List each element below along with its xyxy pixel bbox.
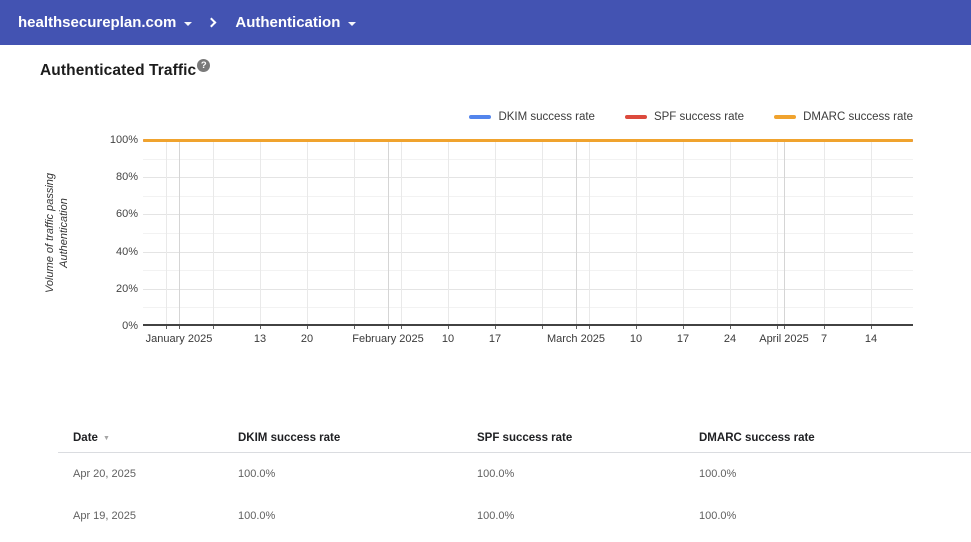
y-tick-label: 100%	[109, 134, 138, 146]
x-tick-label: March 2025	[546, 333, 606, 345]
page-title-row: Authenticated Traffic ?	[40, 59, 211, 80]
x-tick-mark	[307, 326, 308, 329]
legend-swatch-icon	[469, 115, 492, 119]
legend-item-dkim: DKIM success rate	[469, 111, 595, 123]
column-header-label: Date	[73, 432, 98, 444]
x-tick-label: January 2025	[145, 333, 213, 345]
date-cell: Apr 20, 2025	[73, 468, 136, 480]
x-tick-label: February 2025	[352, 333, 424, 345]
y-tick-label: 0%	[122, 320, 138, 332]
y-tick-label: 60%	[115, 208, 138, 221]
traffic-table: Date ▼ DKIM success rate SPF success rate DM…	[58, 424, 971, 537]
caret-down-icon	[184, 22, 193, 26]
column-header-date[interactable]: Date ▼	[58, 432, 238, 444]
x-tick-mark	[636, 326, 637, 329]
chart-plot-area[interactable]	[143, 140, 913, 326]
x-tick-label: 7	[820, 333, 828, 345]
column-header-dmarc-success-rate: DMARC success rate	[699, 432, 971, 444]
x-tick-mark	[589, 326, 590, 329]
x-tick-label: 10	[629, 333, 643, 345]
top-nav-bar: healthsecureplan.com Authentication	[0, 0, 971, 45]
legend-label: SPF success rate	[653, 111, 745, 123]
column-header-spf-success-rate: SPF success rate	[477, 432, 699, 444]
rate-cell: 100.0%	[477, 510, 515, 522]
column-header-dkim-success-rate: DKIM success rate	[238, 432, 477, 444]
legend-item-spf: SPF success rate	[624, 111, 745, 123]
domain-selector-dropdown[interactable]: healthsecureplan.com	[10, 0, 200, 45]
y-tick-label: 80%	[115, 171, 138, 184]
caret-down-icon	[348, 22, 357, 26]
chart-legend: DKIM success rate SPF success rate DMARC s…	[439, 111, 913, 123]
legend-swatch-icon	[774, 115, 797, 119]
x-tick-mark	[260, 326, 261, 329]
x-tick-mark	[213, 326, 214, 329]
column-header-label: SPF success rate	[477, 432, 573, 444]
domain-label: healthsecureplan.com	[18, 14, 177, 31]
x-tick-mark	[401, 326, 402, 329]
x-tick-label: 20	[300, 333, 314, 345]
authenticated-traffic-chart: DKIM success rate SPF success rate DMARC s…	[0, 95, 971, 357]
rate-cell: 100.0%	[238, 468, 276, 480]
help-icon[interactable]: ?	[197, 59, 211, 72]
rate-cell: 100.0%	[238, 510, 276, 522]
x-tick-label: 17	[676, 333, 690, 345]
postmaster-dashboard: healthsecureplan.com Authentication Auth…	[0, 0, 971, 542]
x-tick-label: April 2025	[759, 333, 809, 345]
x-tick-mark	[542, 326, 543, 329]
legend-swatch-icon	[624, 115, 647, 119]
x-tick-mark	[824, 326, 825, 329]
section-selector-dropdown[interactable]: Authentication	[227, 0, 364, 45]
column-header-label: DMARC success rate	[699, 432, 815, 444]
x-tick-label: 13	[253, 333, 267, 345]
x-tick-mark	[388, 326, 389, 329]
x-tick-mark	[448, 326, 449, 329]
x-tick-mark	[777, 326, 778, 329]
x-tick-label: 14	[864, 333, 878, 345]
rate-cell: 100.0%	[699, 510, 737, 522]
sort-descending-icon: ▼	[102, 435, 110, 442]
breadcrumb-chevron-icon	[206, 17, 217, 28]
table-row: Apr 19, 2025 100.0% 100.0% 100.0%	[58, 495, 971, 537]
x-tick-mark	[495, 326, 496, 329]
section-label: Authentication	[235, 14, 341, 31]
x-tick-mark	[683, 326, 684, 329]
page-title: Authenticated Traffic	[40, 62, 197, 79]
table-row: Apr 20, 2025 100.0% 100.0% 100.0%	[58, 453, 971, 495]
x-tick-mark	[166, 326, 167, 329]
date-cell: Apr 19, 2025	[73, 510, 136, 522]
x-tick-mark	[784, 326, 785, 329]
legend-label: DKIM success rate	[498, 111, 595, 123]
table-header-row: Date ▼ DKIM success rate SPF success rate DM…	[58, 424, 971, 453]
column-header-label: DKIM success rate	[238, 432, 341, 444]
x-tick-mark	[354, 326, 355, 329]
rate-cell: 100.0%	[699, 468, 737, 480]
rate-cell: 100.0%	[477, 468, 515, 480]
x-tick-mark	[730, 326, 731, 329]
x-tick-mark	[871, 326, 872, 329]
x-tick-mark	[576, 326, 577, 329]
table-body: Apr 20, 2025 100.0% 100.0% 100.0% Apr 19, 20…	[58, 453, 971, 537]
x-tick-mark	[179, 326, 180, 329]
x-tick-label: 24	[723, 333, 737, 345]
y-tick-label: 20%	[115, 282, 138, 295]
y-axis-title: Volume of traffic passing Authentication	[44, 172, 70, 294]
legend-item-dmarc: DMARC success rate	[774, 111, 913, 123]
x-tick-label: 17	[488, 333, 502, 345]
y-tick-label: 40%	[115, 245, 138, 258]
x-tick-label: 10	[441, 333, 455, 345]
legend-label: DMARC success rate	[803, 111, 913, 123]
